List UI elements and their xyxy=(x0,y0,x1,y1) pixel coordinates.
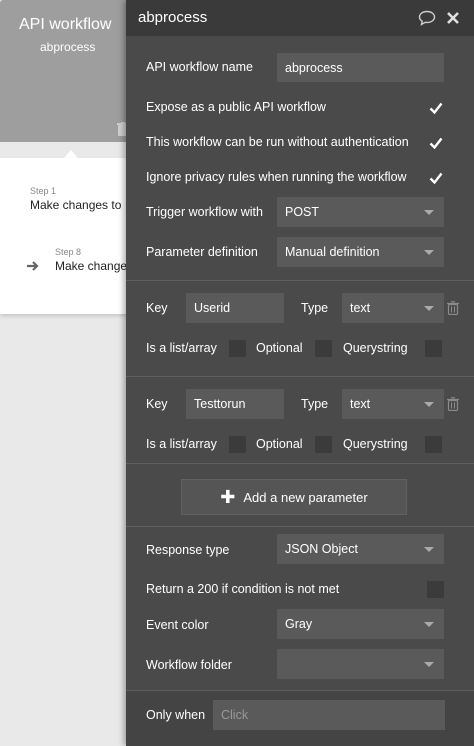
response-type-value: JSON Object xyxy=(285,542,358,556)
workflow-event-card[interactable]: API workflow abprocess xyxy=(0,0,140,142)
param-definition-dropdown[interactable]: Manual definition xyxy=(277,237,444,267)
param-type-label: Type xyxy=(301,397,329,411)
param-key-input[interactable]: Testtorun xyxy=(186,389,284,419)
param-optional-checkbox[interactable] xyxy=(315,436,332,453)
param-list-label: Is a list/array xyxy=(146,341,217,355)
expose-public-checkbox[interactable] xyxy=(428,100,444,116)
param-key-label: Key xyxy=(146,301,168,315)
add-parameter-button[interactable]: ✚ Add a new parameter xyxy=(181,479,407,515)
param-optional-checkbox[interactable] xyxy=(315,340,332,357)
param-type-label: Type xyxy=(301,301,329,315)
param-querystring-checkbox[interactable] xyxy=(425,436,442,453)
expose-public-label: Expose as a public API workflow xyxy=(146,100,326,114)
ignore-privacy-label: Ignore privacy rules when running the wo… xyxy=(146,170,407,184)
param-querystring-checkbox[interactable] xyxy=(425,340,442,357)
param-optional-label: Optional xyxy=(256,437,303,451)
close-icon[interactable] xyxy=(446,11,460,25)
step-card-8[interactable]: Step 8 Make change xyxy=(55,247,127,273)
chevron-down-icon xyxy=(424,402,434,407)
step-card-1[interactable]: Step 1 Make changes to xyxy=(30,186,121,212)
param-definition-value: Manual definition xyxy=(285,245,380,259)
trigger-method-dropdown[interactable]: POST xyxy=(277,197,444,227)
ignore-privacy-checkbox[interactable] xyxy=(428,170,444,186)
trash-icon[interactable] xyxy=(447,397,459,411)
event-card-title: API workflow xyxy=(19,16,112,33)
workflow-folder-dropdown[interactable] xyxy=(277,649,444,679)
param-definition-label: Parameter definition xyxy=(146,245,258,259)
section-divider xyxy=(126,376,474,377)
trigger-method-value: POST xyxy=(285,205,320,219)
event-color-dropdown[interactable]: Gray xyxy=(277,609,444,639)
comment-icon[interactable] xyxy=(418,10,436,26)
plus-icon: ✚ xyxy=(220,487,236,507)
return-200-checkbox[interactable] xyxy=(427,581,444,598)
only-when-label: Only when xyxy=(146,708,206,722)
chevron-down-icon xyxy=(424,306,434,311)
chevron-down-icon xyxy=(424,250,434,255)
workflow-folder-label: Workflow folder xyxy=(146,658,232,672)
response-type-label: Response type xyxy=(146,543,230,557)
no-auth-label: This workflow can be run without authent… xyxy=(146,135,409,149)
chevron-down-icon xyxy=(424,547,434,552)
param-querystring-label: Querystring xyxy=(343,341,408,355)
no-auth-checkbox[interactable] xyxy=(428,135,444,151)
only-when-section: Only when Click xyxy=(126,690,474,746)
panel-title: abprocess xyxy=(138,9,208,26)
param-optional-label: Optional xyxy=(256,341,303,355)
chevron-down-icon xyxy=(424,622,434,627)
param-list-checkbox[interactable] xyxy=(229,436,246,453)
response-type-dropdown[interactable]: JSON Object xyxy=(277,534,444,564)
trigger-label: Trigger workflow with xyxy=(146,205,263,219)
selection-caret xyxy=(64,150,78,158)
event-color-value: Gray xyxy=(285,617,313,631)
chevron-down-icon xyxy=(424,662,434,667)
event-color-label: Event color xyxy=(146,618,209,632)
panel-header: abprocess xyxy=(126,0,474,36)
param-list-checkbox[interactable] xyxy=(229,340,246,357)
param-querystring-label: Querystring xyxy=(343,437,408,451)
param-type-value: text xyxy=(350,301,371,315)
step-text: Make changes to xyxy=(30,198,122,212)
step-label: Step 1 xyxy=(30,186,57,196)
workflow-property-panel: abprocess API workflow name abprocess Ex… xyxy=(126,0,474,746)
add-parameter-label: Add a new parameter xyxy=(243,489,368,505)
param-list-label: Is a list/array xyxy=(146,437,217,451)
section-divider xyxy=(126,463,474,464)
arrow-right-icon xyxy=(27,261,39,271)
step-text: Make change xyxy=(55,259,128,273)
param-type-value: text xyxy=(350,397,371,411)
step-label: Step 8 xyxy=(55,247,82,257)
workflow-name-input[interactable]: abprocess xyxy=(277,53,444,82)
chevron-down-icon xyxy=(424,210,434,215)
section-divider xyxy=(126,280,474,281)
section-divider xyxy=(126,526,474,527)
param-key-label: Key xyxy=(146,397,168,411)
param-key-input[interactable]: Userid xyxy=(186,293,284,323)
event-card-subtitle: abprocess xyxy=(40,40,96,54)
trash-icon[interactable] xyxy=(447,301,459,315)
only-when-condition-input[interactable]: Click xyxy=(213,700,445,730)
return-200-label: Return a 200 if condition is not met xyxy=(146,582,340,596)
workflow-name-label: API workflow name xyxy=(146,60,253,74)
